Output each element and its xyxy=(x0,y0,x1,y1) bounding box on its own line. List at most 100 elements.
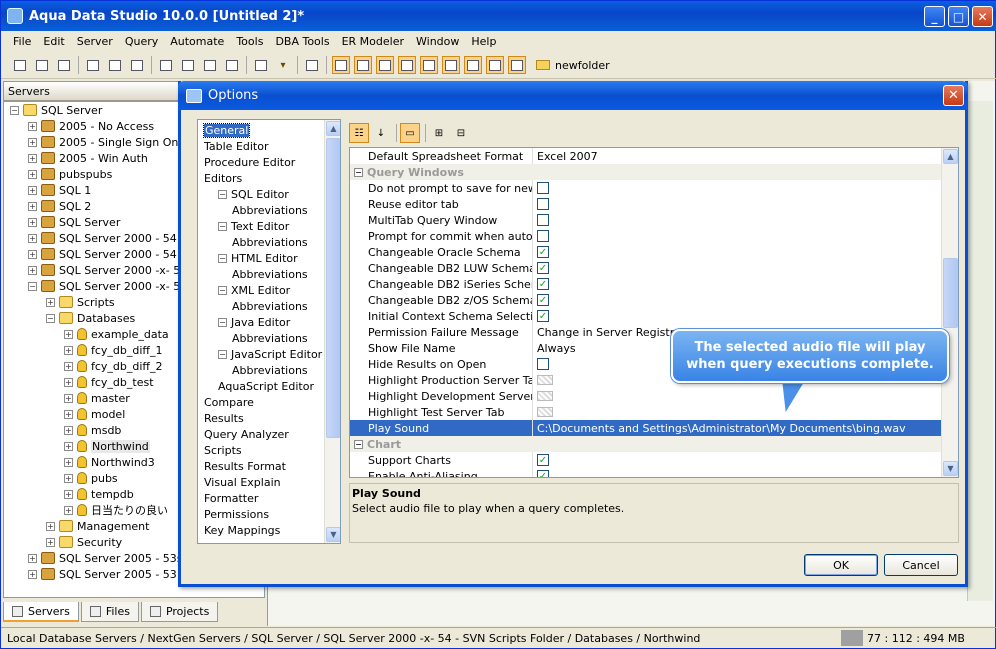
cancel-button[interactable]: Cancel xyxy=(884,554,958,576)
unchecked-checkbox[interactable] xyxy=(537,230,549,242)
grid-view-icon[interactable] xyxy=(332,56,350,74)
collapse-icon[interactable]: − xyxy=(354,167,363,177)
server-icon[interactable] xyxy=(84,56,102,74)
color-swatch[interactable] xyxy=(537,391,553,401)
property-value[interactable]: ✓ xyxy=(533,260,941,276)
property-value[interactable]: ✓ xyxy=(533,468,941,477)
new-icon[interactable] xyxy=(11,56,29,74)
menu-window[interactable]: Window xyxy=(410,35,465,48)
expand-icon[interactable]: + xyxy=(28,201,37,211)
property-row[interactable]: Initial Context Schema Selection ✓ xyxy=(350,308,941,324)
layout-icon[interactable] xyxy=(354,56,372,74)
collapse-icon[interactable]: − xyxy=(10,105,19,115)
expand-icon[interactable]: + xyxy=(28,137,37,147)
nav-item[interactable]: General xyxy=(200,122,324,138)
chart-icon[interactable] xyxy=(486,56,504,74)
menu-help[interactable]: Help xyxy=(465,35,502,48)
options-nav-list[interactable]: General Table Editor Procedure Editor Edito… xyxy=(197,119,341,544)
nav-item[interactable]: Table Editor xyxy=(200,138,324,154)
sort-alpha-icon[interactable]: ↓ xyxy=(371,123,391,143)
nav-item[interactable]: Abbreviations xyxy=(200,330,324,346)
expand-icon[interactable]: + xyxy=(64,441,73,451)
window-icon[interactable] xyxy=(223,56,241,74)
expand-icon[interactable]: + xyxy=(64,345,73,355)
property-row[interactable]: Prompt for commit when auto-com... xyxy=(350,228,941,244)
unchecked-checkbox[interactable] xyxy=(537,358,549,370)
color-swatch[interactable] xyxy=(537,375,553,385)
expand-icon[interactable]: + xyxy=(64,473,73,483)
grid-scrollbar[interactable]: ▲ ▼ xyxy=(941,148,958,477)
nav-item[interactable]: Visual Explain xyxy=(200,474,324,490)
tab-files[interactable]: Files xyxy=(80,602,139,622)
expand-icon[interactable]: + xyxy=(64,505,73,515)
collapse-icon[interactable]: − xyxy=(218,221,227,231)
maximize-button[interactable]: □ xyxy=(948,6,969,27)
window-icon[interactable] xyxy=(201,56,219,74)
property-value[interactable]: C:\Documents and Settings\Administrator\… xyxy=(533,420,941,436)
property-value[interactable] xyxy=(533,228,941,244)
collapse-icon[interactable]: − xyxy=(46,313,55,323)
property-value[interactable] xyxy=(533,212,941,228)
collapse-icon[interactable]: − xyxy=(218,317,227,327)
menu-server[interactable]: Server xyxy=(71,35,119,48)
nav-item[interactable]: Formatter xyxy=(200,490,324,506)
unchecked-checkbox[interactable] xyxy=(537,214,549,226)
collapse-icon[interactable]: − xyxy=(218,349,227,359)
nav-item[interactable]: Abbreviations xyxy=(200,362,324,378)
nav-item[interactable]: − HTML Editor xyxy=(200,250,324,266)
expand-icon[interactable]: + xyxy=(28,553,37,563)
property-value[interactable]: ✓ xyxy=(533,276,941,292)
nav-item[interactable]: Scripts xyxy=(200,442,324,458)
nav-item[interactable]: AquaScript Editor xyxy=(200,378,324,394)
unchecked-checkbox[interactable] xyxy=(537,182,549,194)
table-icon[interactable] xyxy=(508,56,526,74)
checked-checkbox[interactable]: ✓ xyxy=(537,310,549,322)
checked-checkbox[interactable]: ✓ xyxy=(537,278,549,290)
expand-icon[interactable]: + xyxy=(64,409,73,419)
scroll-thumb[interactable] xyxy=(943,258,958,328)
table-icon[interactable] xyxy=(398,56,416,74)
property-value[interactable]: ✓ xyxy=(533,292,941,308)
query-icon[interactable] xyxy=(128,56,146,74)
nav-item[interactable]: Abbreviations xyxy=(200,266,324,282)
collapse-icon[interactable]: − xyxy=(218,253,227,263)
nav-item[interactable]: Results xyxy=(200,410,324,426)
expand-icon[interactable]: + xyxy=(28,153,37,163)
property-pages-icon[interactable]: ▭ xyxy=(400,123,420,143)
scroll-down-icon[interactable]: ▼ xyxy=(943,461,958,476)
property-row[interactable]: Changeable DB2 iSeries Schema ✓ xyxy=(350,276,941,292)
checked-checkbox[interactable]: ✓ xyxy=(537,262,549,274)
categorized-icon[interactable]: ☷ xyxy=(349,123,369,143)
unchecked-checkbox[interactable] xyxy=(537,198,549,210)
collapse-all-icon[interactable]: ⊟ xyxy=(451,123,471,143)
folder-selector[interactable]: newfolder xyxy=(536,59,610,72)
expand-icon[interactable]: + xyxy=(28,249,37,259)
expand-icon[interactable]: + xyxy=(28,121,37,131)
scroll-up-icon[interactable]: ▲ xyxy=(326,121,340,136)
expand-icon[interactable]: + xyxy=(64,457,73,467)
nav-scrollbar[interactable]: ▲ ▼ xyxy=(324,120,340,543)
expand-icon[interactable]: + xyxy=(28,217,37,227)
layout-icon[interactable] xyxy=(464,56,482,74)
expand-icon[interactable]: + xyxy=(64,329,73,339)
nav-item[interactable]: − XML Editor xyxy=(200,282,324,298)
nav-item[interactable]: Query Analyzer xyxy=(200,426,324,442)
property-category[interactable]: − Query Windows xyxy=(350,164,941,180)
close-button[interactable]: ✕ xyxy=(972,6,993,27)
collapse-icon[interactable]: − xyxy=(354,439,363,449)
collapse-icon[interactable]: − xyxy=(218,285,227,295)
property-grid[interactable]: ▲ ▼ Default Spreadsheet Format Excel 2007… xyxy=(349,147,959,478)
property-row[interactable]: Default Spreadsheet Format Excel 2007 xyxy=(350,148,941,164)
property-row[interactable]: Changeable Oracle Schema ✓ xyxy=(350,244,941,260)
expand-icon[interactable]: + xyxy=(46,537,55,547)
property-value[interactable]: ✓ xyxy=(533,308,941,324)
ok-button[interactable]: OK xyxy=(804,554,878,576)
nav-item[interactable]: Permissions xyxy=(200,506,324,522)
property-value[interactable] xyxy=(533,180,941,196)
nav-item[interactable]: Editors xyxy=(200,170,324,186)
property-value[interactable]: ✓ xyxy=(533,244,941,260)
scroll-thumb[interactable] xyxy=(326,138,340,438)
minimize-button[interactable]: _ xyxy=(924,6,945,27)
property-row[interactable]: Play Sound C:\Documents and Settings\Admi… xyxy=(350,420,941,436)
script-icon[interactable] xyxy=(252,56,270,74)
